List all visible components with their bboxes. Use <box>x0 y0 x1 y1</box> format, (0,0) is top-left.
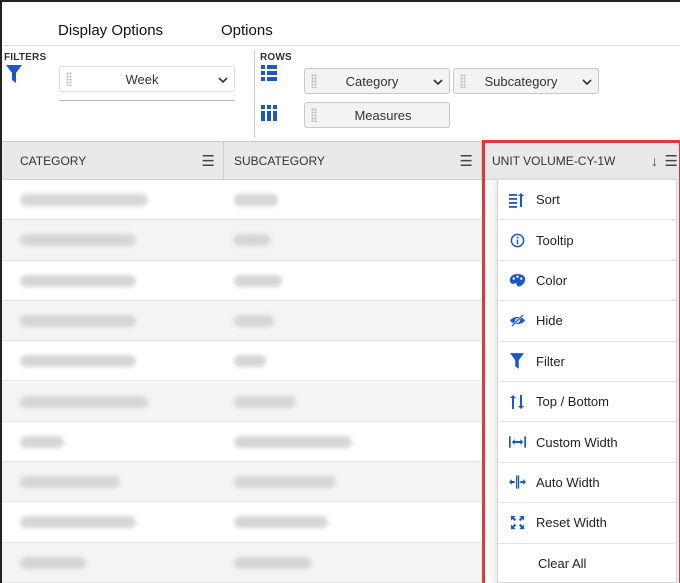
blurred-cell <box>234 476 336 489</box>
blurred-cell <box>234 355 266 368</box>
sort-icon <box>506 192 528 208</box>
menu-item-clear-all[interactable]: Clear All <box>498 544 676 583</box>
menu-item-label: Clear All <box>538 556 587 572</box>
rows-category-pill[interactable]: Category <box>304 68 450 94</box>
blurred-cell <box>234 516 328 529</box>
column-header-category-label: CATEGORY <box>20 154 87 168</box>
rows-subcategory-label: Subcategory <box>484 73 558 89</box>
table-row[interactable] <box>2 502 484 543</box>
reset-width-icon <box>506 515 528 530</box>
blurred-cell <box>20 234 136 247</box>
menu-item-tooltip[interactable]: Tooltip <box>498 220 676 261</box>
config-panel: FILTERS Week ROWS Category Subcategory M… <box>2 46 680 142</box>
menu-item-filter[interactable]: Filter <box>498 342 676 382</box>
blurred-cell <box>234 395 296 408</box>
rows-list-icon <box>261 65 277 86</box>
filter-icon <box>506 353 528 370</box>
blurred-cell <box>20 556 86 569</box>
top-bottom-icon <box>506 394 528 410</box>
menu-item-color[interactable]: Color <box>498 261 676 302</box>
blurred-cell <box>20 476 120 489</box>
week-filter-underline <box>59 100 235 101</box>
column-header-category[interactable]: CATEGORY ☰ <box>2 142 224 180</box>
menu-item-label: Reset Width <box>536 515 607 531</box>
table-row[interactable] <box>2 300 484 342</box>
table-row[interactable] <box>2 462 484 503</box>
menu-bar: Display Options Options <box>2 2 680 46</box>
menu-item-sort[interactable]: Sort <box>498 180 676 221</box>
filters-label: FILTERS <box>4 52 47 63</box>
blurred-cell <box>234 194 278 206</box>
table-row[interactable] <box>2 381 484 422</box>
columns-measures-pill[interactable]: Measures <box>304 102 450 128</box>
table-row[interactable] <box>2 261 484 301</box>
menu-item-label: Custom Width <box>536 434 618 450</box>
menu-display-options[interactable]: Display Options <box>58 22 163 39</box>
columns-grid-icon <box>261 105 277 126</box>
rows-label: ROWS <box>260 52 292 63</box>
grid-body <box>2 180 484 583</box>
menu-item-hide[interactable]: Hide <box>498 301 676 342</box>
blurred-cell <box>20 274 136 287</box>
chevron-down-icon <box>427 74 449 88</box>
column-header-subcategory[interactable]: SUBCATEGORY ☰ <box>224 142 482 180</box>
table-row[interactable] <box>2 220 484 261</box>
column-header-unit-volume[interactable]: UNIT VOLUME-CY-1W ↓ ☰ <box>482 142 680 180</box>
columns-measures-label: Measures <box>354 107 412 123</box>
divider <box>254 50 255 138</box>
menu-item-label: Auto Width <box>536 474 600 490</box>
eye-slash-icon <box>506 314 528 328</box>
blurred-cell <box>20 194 148 206</box>
column-context-menu: Sort Tooltip Color Hide Filter Top / Bot… <box>497 179 677 583</box>
table-row[interactable] <box>2 180 484 221</box>
menu-item-label: Tooltip <box>536 232 574 248</box>
filter-icon[interactable] <box>6 65 22 88</box>
custom-width-icon <box>506 435 528 449</box>
column-menu-icon[interactable]: ☰ <box>665 152 678 170</box>
blurred-cell <box>234 435 352 448</box>
rows-category-label: Category <box>345 73 399 89</box>
column-menu-icon[interactable]: ☰ <box>460 152 473 170</box>
auto-width-icon <box>506 475 528 490</box>
menu-item-label: Hide <box>536 313 563 329</box>
menu-item-custom-width[interactable]: Custom Width <box>498 422 676 463</box>
week-filter-value: Week <box>125 71 159 87</box>
table-row[interactable] <box>2 542 484 583</box>
menu-item-label: Top / Bottom <box>536 394 609 410</box>
menu-item-label: Sort <box>536 192 560 208</box>
column-menu-icon[interactable]: ☰ <box>202 152 215 170</box>
blurred-cell <box>20 355 136 368</box>
blurred-cell <box>234 314 274 327</box>
menu-item-label: Filter <box>536 353 565 369</box>
column-header-unit-volume-label: UNIT VOLUME-CY-1W <box>492 154 616 168</box>
sort-down-icon[interactable]: ↓ <box>651 153 658 169</box>
rows-subcategory-pill[interactable]: Subcategory <box>453 68 599 94</box>
blurred-cell <box>20 314 136 327</box>
menu-options[interactable]: Options <box>221 22 273 39</box>
blurred-cell <box>20 516 136 529</box>
week-filter-select[interactable]: Week <box>59 66 235 92</box>
table-row[interactable] <box>2 341 484 382</box>
info-icon <box>506 233 528 248</box>
palette-icon <box>506 273 528 288</box>
column-header-subcategory-label: SUBCATEGORY <box>234 154 325 168</box>
menu-item-auto-width[interactable]: Auto Width <box>498 463 676 504</box>
menu-item-top-bottom[interactable]: Top / Bottom <box>498 382 676 423</box>
blurred-cell <box>20 395 148 408</box>
menu-item-label: Color <box>536 272 568 288</box>
grid-header: CATEGORY ☰ SUBCATEGORY ☰ UNIT VOLUME-CY-… <box>2 142 680 180</box>
blurred-cell <box>20 435 64 448</box>
blurred-cell <box>234 274 282 287</box>
table-row[interactable] <box>2 422 484 463</box>
menu-item-reset-width[interactable]: Reset Width <box>498 503 676 544</box>
chevron-down-icon <box>212 72 234 86</box>
blurred-cell <box>234 234 270 247</box>
chevron-down-icon <box>576 74 598 88</box>
blurred-cell <box>234 556 312 569</box>
